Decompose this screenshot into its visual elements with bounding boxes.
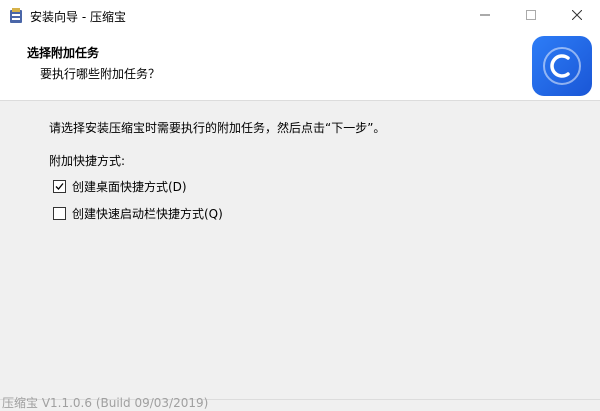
option-quicklaunch-shortcut[interactable]: 创建快速启动栏快捷方式(Q)	[53, 205, 223, 222]
quicklaunch-shortcut-label: 创建快速启动栏快捷方式(Q)	[72, 207, 223, 221]
close-button[interactable]	[554, 0, 600, 32]
app-logo	[532, 36, 592, 96]
checkmark-icon	[55, 183, 64, 190]
minimize-icon	[480, 9, 490, 23]
instruction-text: 请选择安装压缩宝时需要执行的附加任务，然后点击“下一步”。	[49, 121, 386, 135]
minimize-button[interactable]	[462, 0, 508, 32]
title-bar[interactable]: 安装向导 - 压缩宝	[0, 0, 600, 32]
installer-app-icon	[9, 8, 23, 24]
maximize-icon	[526, 9, 536, 23]
option-desktop-shortcut[interactable]: 创建桌面快捷方式(D)	[53, 178, 187, 195]
desktop-shortcut-checkbox[interactable]	[53, 180, 66, 193]
quicklaunch-shortcut-checkbox[interactable]	[53, 207, 66, 220]
compress-logo-icon	[543, 47, 581, 85]
wizard-header: 选择附加任务 要执行哪些附加任务？	[0, 32, 600, 101]
version-label: 压缩宝 V1.1.0.6 (Build 09/03/2019)	[2, 396, 209, 410]
close-icon	[571, 9, 583, 23]
wizard-content: 请选择安装压缩宝时需要执行的附加任务，然后点击“下一步”。 附加快捷方式: 创建…	[0, 101, 600, 393]
page-subtitle: 要执行哪些附加任务？	[40, 67, 161, 81]
maximize-button[interactable]	[508, 0, 554, 32]
page-title: 选择附加任务	[27, 46, 100, 60]
desktop-shortcut-label: 创建桌面快捷方式(D)	[72, 180, 187, 194]
installer-window: 安装向导 - 压缩宝 选择附加任务 要执行哪些附加任务？ 请选择安装压缩宝时需要…	[0, 0, 600, 410]
window-controls	[462, 0, 600, 32]
shortcut-group-label: 附加快捷方式:	[49, 154, 126, 168]
window-title: 安装向导 - 压缩宝	[30, 9, 126, 24]
